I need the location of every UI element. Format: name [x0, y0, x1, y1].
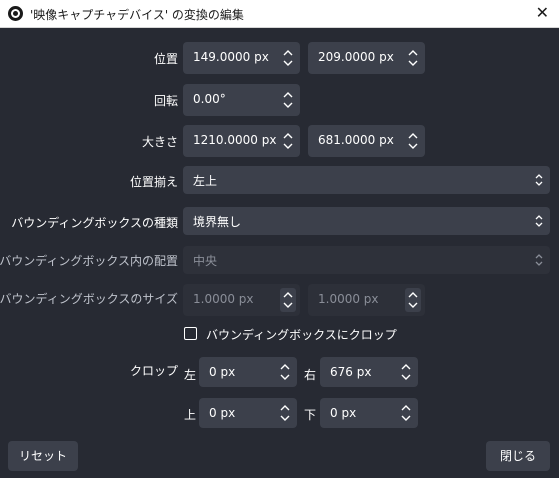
spin-arrows-icon[interactable]: [280, 288, 296, 312]
crop-left-value: 0 px: [209, 365, 236, 379]
reset-button[interactable]: リセット: [8, 441, 78, 471]
crop-right-label: 右: [304, 368, 317, 382]
crop-label: クロップ: [129, 364, 178, 378]
bounding-box-alignment-value: 中央: [193, 254, 218, 268]
bounding-box-width-value: 1.0000 px: [193, 292, 254, 306]
rotation-label: 回転: [153, 94, 178, 108]
crop-bottom-value: 0 px: [330, 406, 357, 420]
spin-arrows-icon[interactable]: [407, 129, 419, 153]
size-height-spinbox[interactable]: 681.0000 px: [308, 125, 425, 157]
spin-arrows-icon[interactable]: [279, 401, 291, 425]
bounding-box-alignment-dropdown[interactable]: 中央: [183, 246, 550, 274]
size-width-value: 1210.0000 px: [193, 133, 277, 147]
bounding-box-type-value: 境界無し: [193, 215, 242, 229]
obs-logo-icon: [8, 6, 23, 21]
bounding-box-alignment-label: バウンディングボックス内の配置: [0, 254, 178, 268]
position-label: 位置: [153, 52, 178, 66]
position-x-spinbox[interactable]: 149.0000 px: [183, 42, 300, 74]
close-icon[interactable]: ✕: [536, 3, 549, 23]
updown-chevron-icon: [534, 249, 544, 274]
bounding-box-height-value: 1.0000 px: [318, 292, 379, 306]
size-label: 大きさ: [141, 135, 178, 149]
crop-left-label: 左: [184, 368, 197, 382]
spin-arrows-icon[interactable]: [282, 88, 294, 112]
position-y-value: 209.0000 px: [318, 50, 394, 64]
title-bar: '映像キャプチャデバイス' の変換の編集 ✕: [0, 0, 559, 28]
updown-chevron-icon: [534, 210, 544, 235]
bounding-box-width-spinbox[interactable]: 1.0000 px: [183, 284, 300, 316]
crop-right-value: 676 px: [330, 365, 372, 379]
bounding-box-type-label: バウンディングボックスの種類: [11, 216, 178, 230]
position-x-value: 149.0000 px: [193, 50, 269, 64]
rotation-spinbox[interactable]: 0.00°: [183, 84, 300, 116]
alignment-value: 左上: [193, 174, 218, 188]
spin-arrows-icon[interactable]: [405, 288, 421, 312]
close-button[interactable]: 閉じる: [486, 441, 550, 471]
crop-left-spinbox[interactable]: 0 px: [199, 357, 297, 387]
bounding-box-size-label: バウンディングボックスのサイズ: [0, 292, 178, 306]
updown-chevron-icon: [534, 169, 544, 194]
crop-bottom-label: 下: [304, 408, 317, 422]
bounding-box-height-spinbox[interactable]: 1.0000 px: [308, 284, 425, 316]
alignment-dropdown[interactable]: 左上: [183, 166, 550, 194]
spin-arrows-icon[interactable]: [279, 360, 291, 384]
alignment-label: 位置揃え: [129, 175, 178, 189]
rotation-value: 0.00°: [193, 92, 226, 106]
spin-arrows-icon[interactable]: [400, 360, 412, 384]
position-y-spinbox[interactable]: 209.0000 px: [308, 42, 425, 74]
crop-to-bounds-label[interactable]: バウンディングボックスにクロップ: [206, 326, 397, 343]
crop-top-value: 0 px: [209, 406, 236, 420]
crop-right-spinbox[interactable]: 676 px: [320, 357, 418, 387]
bounding-box-type-dropdown[interactable]: 境界無し: [183, 207, 550, 235]
spin-arrows-icon[interactable]: [282, 129, 294, 153]
window-title: '映像キャプチャデバイス' の変換の編集: [30, 8, 244, 22]
spin-arrows-icon[interactable]: [282, 46, 294, 70]
crop-bottom-spinbox[interactable]: 0 px: [320, 398, 418, 428]
spin-arrows-icon[interactable]: [400, 401, 412, 425]
size-height-value: 681.0000 px: [318, 133, 394, 147]
crop-top-label: 上: [184, 408, 197, 422]
size-width-spinbox[interactable]: 1210.0000 px: [183, 125, 300, 157]
crop-top-spinbox[interactable]: 0 px: [199, 398, 297, 428]
crop-to-bounds-checkbox[interactable]: [184, 327, 197, 340]
spin-arrows-icon[interactable]: [407, 46, 419, 70]
